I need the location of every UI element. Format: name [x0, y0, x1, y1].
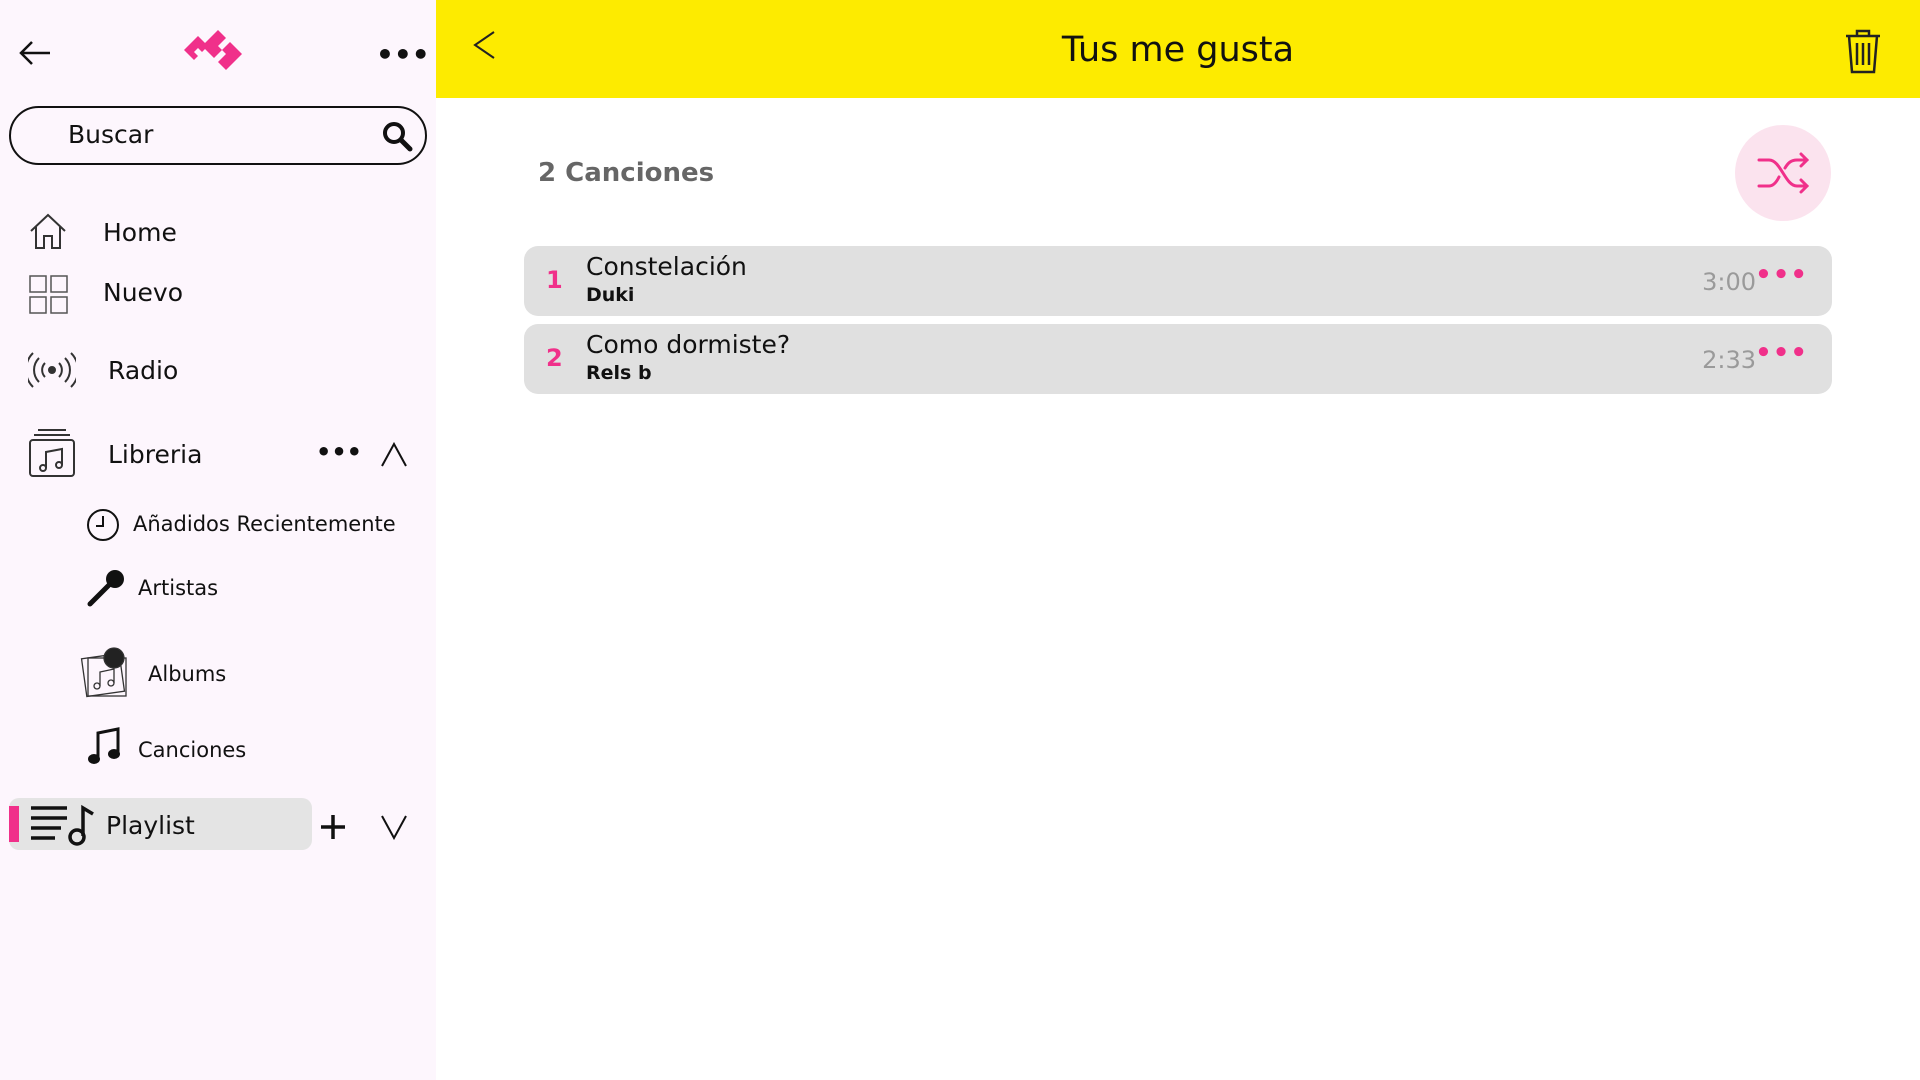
shuffle-icon — [1757, 152, 1810, 194]
library-item-songs[interactable]: Canciones — [80, 726, 420, 772]
shuffle-button[interactable] — [1735, 125, 1831, 221]
sidebar: ••• Buscar Home Nuevo Radio Libreria •••… — [0, 0, 436, 1080]
library-item-artists[interactable]: Artistas — [80, 566, 420, 608]
sidebar-item-label: Libreria — [108, 440, 203, 469]
track-number: 1 — [546, 266, 563, 294]
search-icon[interactable] — [381, 120, 413, 152]
song-duration: 2:33 — [1702, 346, 1756, 374]
sidebar-item-playlist[interactable]: Playlist — [9, 798, 312, 850]
sidebar-item-label: Home — [103, 218, 177, 247]
back-arrow-icon[interactable] — [18, 40, 52, 66]
song-duration: 3:00 — [1702, 268, 1756, 296]
song-more-icon[interactable]: ••• — [1755, 338, 1808, 368]
song-title: Como dormiste? — [586, 330, 791, 359]
music-note-icon — [88, 727, 120, 764]
sidebar-item-radio[interactable]: Radio — [0, 346, 436, 394]
grid-icon — [29, 275, 68, 314]
radio-icon — [28, 352, 76, 388]
sidebar-item-home[interactable]: Home — [0, 210, 436, 256]
library-item-label: Añadidos Recientemente — [133, 512, 396, 536]
playlist-icon — [31, 804, 94, 846]
app-logo-icon — [184, 30, 242, 70]
library-item-albums[interactable]: Albums — [78, 644, 418, 700]
header: Tus me gusta — [436, 0, 1920, 98]
sidebar-item-label: Radio — [108, 356, 179, 385]
song-artist: Duki — [586, 284, 635, 306]
chevron-up-icon[interactable] — [380, 442, 408, 468]
search-input[interactable]: Buscar — [9, 106, 427, 165]
album-icon — [80, 647, 127, 698]
search-placeholder: Buscar — [68, 120, 154, 149]
add-playlist-icon[interactable] — [320, 814, 346, 840]
microphone-icon — [87, 570, 124, 607]
trash-icon[interactable] — [1844, 28, 1882, 74]
song-more-icon[interactable]: ••• — [1755, 260, 1808, 290]
song-row[interactable]: 2 Como dormiste? Rels b 2:33 ••• — [524, 324, 1832, 394]
library-item-recent[interactable]: Añadidos Recientemente — [80, 504, 420, 544]
clock-icon — [87, 509, 119, 541]
library-more-icon[interactable]: ••• — [316, 438, 362, 466]
sidebar-item-libreria[interactable]: Libreria ••• — [0, 426, 436, 482]
sidebar-item-label: Playlist — [106, 811, 195, 840]
song-count: 2 Canciones — [538, 158, 715, 188]
song-title: Constelación — [586, 252, 747, 281]
page-title: Tus me gusta — [1061, 30, 1295, 70]
song-row[interactable]: 1 Constelación Duki 3:00 ••• — [524, 246, 1832, 316]
library-item-label: Artistas — [138, 576, 219, 600]
library-item-label: Albums — [148, 662, 227, 686]
more-options-icon[interactable]: ••• — [376, 38, 430, 71]
library-icon — [29, 429, 75, 477]
sidebar-item-label: Nuevo — [103, 278, 184, 307]
track-number: 2 — [546, 344, 563, 372]
sidebar-item-nuevo[interactable]: Nuevo — [0, 270, 436, 316]
chevron-down-icon[interactable] — [380, 814, 408, 840]
library-item-label: Canciones — [138, 738, 247, 762]
home-icon — [30, 213, 66, 249]
song-artist: Rels b — [586, 362, 652, 384]
active-indicator — [9, 806, 19, 842]
